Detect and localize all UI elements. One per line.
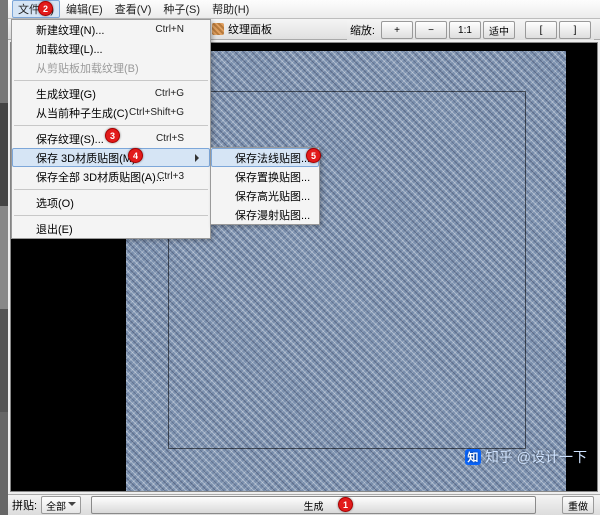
zoom-1to1-button[interactable]: 1:1 xyxy=(449,21,481,39)
menu-item-load-from-clipboard: 从剪贴板加载纹理(B) xyxy=(12,58,210,77)
bracket-right-button[interactable]: ] xyxy=(559,21,591,39)
menu-item-generate[interactable]: 生成纹理(G)Ctrl+G xyxy=(12,84,210,103)
zoom-out-button[interactable]: − xyxy=(415,21,447,39)
callout-3: 3 xyxy=(105,128,120,143)
submenu-arrow-icon xyxy=(195,154,203,162)
menu-help[interactable]: 帮助(H) xyxy=(206,0,255,18)
zoom-label: 缩放: xyxy=(350,22,375,38)
menu-item-options[interactable]: 选项(O) xyxy=(12,193,210,212)
submenu-item-save-displacement[interactable]: 保存置换贴图... xyxy=(211,167,319,186)
bracket-left-button[interactable]: [ xyxy=(525,21,557,39)
callout-2: 2 xyxy=(38,1,53,16)
tab-texture-panel[interactable]: 纹理面板 xyxy=(208,21,276,37)
menu-separator xyxy=(14,215,208,216)
tab-label: 纹理面板 xyxy=(228,21,272,37)
preset-label: 拼贴: xyxy=(12,497,37,513)
zhihu-logo-icon: 知 xyxy=(465,449,481,465)
callout-5: 5 xyxy=(306,148,321,163)
menu-separator xyxy=(14,80,208,81)
save-3d-submenu: 保存法线贴图... 保存置换贴图... 保存高光贴图... 保存漫射贴图... xyxy=(210,147,320,225)
menu-item-save-3d-maps[interactable]: 保存 3D材质贴图(M) xyxy=(12,148,210,167)
zoom-controls: 缩放: + − 1:1 适中 [ ] xyxy=(347,20,594,40)
menu-item-exit[interactable]: 退出(E) xyxy=(12,219,210,238)
menu-view[interactable]: 查看(V) xyxy=(109,0,158,18)
texture-icon xyxy=(212,23,224,35)
menu-seed[interactable]: 种子(S) xyxy=(157,0,206,18)
zoom-fit-button[interactable]: 适中 xyxy=(483,21,515,39)
watermark: 知 知乎 @设计一下 xyxy=(465,447,587,467)
preset-select[interactable]: 全部 xyxy=(41,496,81,514)
menu-item-save-all-3d-maps[interactable]: 保存全部 3D材质贴图(A)...Ctrl+3 xyxy=(12,167,210,186)
redo-button[interactable]: 重做 xyxy=(562,496,594,514)
menu-item-generate-from-seed[interactable]: 从当前种子生成(C)Ctrl+Shift+G xyxy=(12,103,210,122)
menu-item-new-texture[interactable]: 新建纹理(N)...Ctrl+N xyxy=(12,20,210,39)
callout-1: 1 xyxy=(338,497,353,512)
footer-bar: 拼贴: 全部 生成 重做 xyxy=(8,494,600,515)
submenu-item-save-diffuse[interactable]: 保存漫射贴图... xyxy=(211,205,319,224)
generate-button[interactable]: 生成 xyxy=(91,496,536,514)
menu-edit[interactable]: 编辑(E) xyxy=(60,0,109,18)
menubar: 文件(F) 编辑(E) 查看(V) 种子(S) 帮助(H) xyxy=(8,0,600,19)
zoom-in-button[interactable]: + xyxy=(381,21,413,39)
callout-4: 4 xyxy=(128,148,143,163)
submenu-item-save-normal[interactable]: 保存法线贴图... xyxy=(211,148,319,167)
menu-item-load-texture[interactable]: 加载纹理(L)... xyxy=(12,39,210,58)
watermark-text: 知乎 @设计一下 xyxy=(485,447,587,467)
submenu-item-save-specular[interactable]: 保存高光贴图... xyxy=(211,186,319,205)
left-thumb-strip xyxy=(0,0,8,515)
menu-separator xyxy=(14,125,208,126)
menu-separator xyxy=(14,189,208,190)
texture-inner-rect xyxy=(168,91,526,449)
